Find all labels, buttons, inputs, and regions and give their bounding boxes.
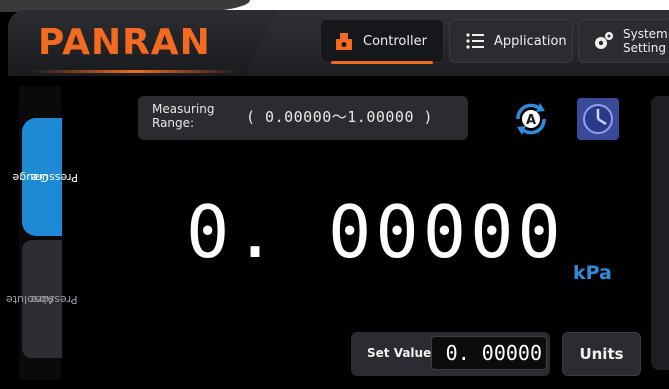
gauge-line2: Pressure [30,171,78,184]
measuring-range-panel: Measuring Range: ( 0.00000～1.00000 ) [138,96,468,140]
svg-text:A: A [526,113,536,128]
range-label-line2: Range: [152,116,195,130]
absolute-line2: Pressure [30,293,78,306]
tab-system-line2: Setting [623,41,666,55]
set-value-panel: Set Value 0. 00000 [351,332,550,376]
tab-system-line1: System [623,27,668,41]
tab-controller-label: Controller [363,33,427,49]
measuring-range-value: ( 0.00000～1.00000 ) [246,108,434,126]
tab-absolute-pressure[interactable]: Absolute Pressure [6,240,78,358]
pressure-unit: kPa [573,262,612,284]
measuring-range-label: Measuring Range: [152,102,214,130]
logo-panel: PANRAN [8,10,278,76]
active-tab-indicator [331,61,433,64]
tab-system-setting[interactable]: System Setting [578,19,669,63]
set-value-label: Set Value [367,346,432,360]
tab-controller[interactable]: Controller [320,19,444,64]
auto-mode-icon[interactable]: A [510,98,552,140]
right-panel-edge [651,96,669,370]
list-icon [466,33,484,49]
tab-system-setting-label: System Setting [623,27,668,55]
absolute-pressure-label: Absolute Pressure [6,275,78,323]
gears-icon [595,32,613,49]
tab-gauge-pressure[interactable]: Gauge Pressure [12,118,78,236]
header-bar: PANRAN Controller Application System Set… [8,10,669,76]
tab-application-label: Application [494,33,567,49]
gauge-pressure-label: Gauge Pressure [12,154,77,201]
set-value-input[interactable]: 0. 00000 [431,336,547,370]
tab-application[interactable]: Application [449,19,573,63]
units-button[interactable]: Units [562,332,641,376]
logo-underline [30,70,240,73]
controller-icon [336,33,352,50]
pressure-reading: 0. 00000 [186,190,565,274]
brand-logo: PANRAN [38,22,211,63]
range-label-line1: Measuring [152,102,215,116]
clock-icon[interactable] [577,98,619,140]
